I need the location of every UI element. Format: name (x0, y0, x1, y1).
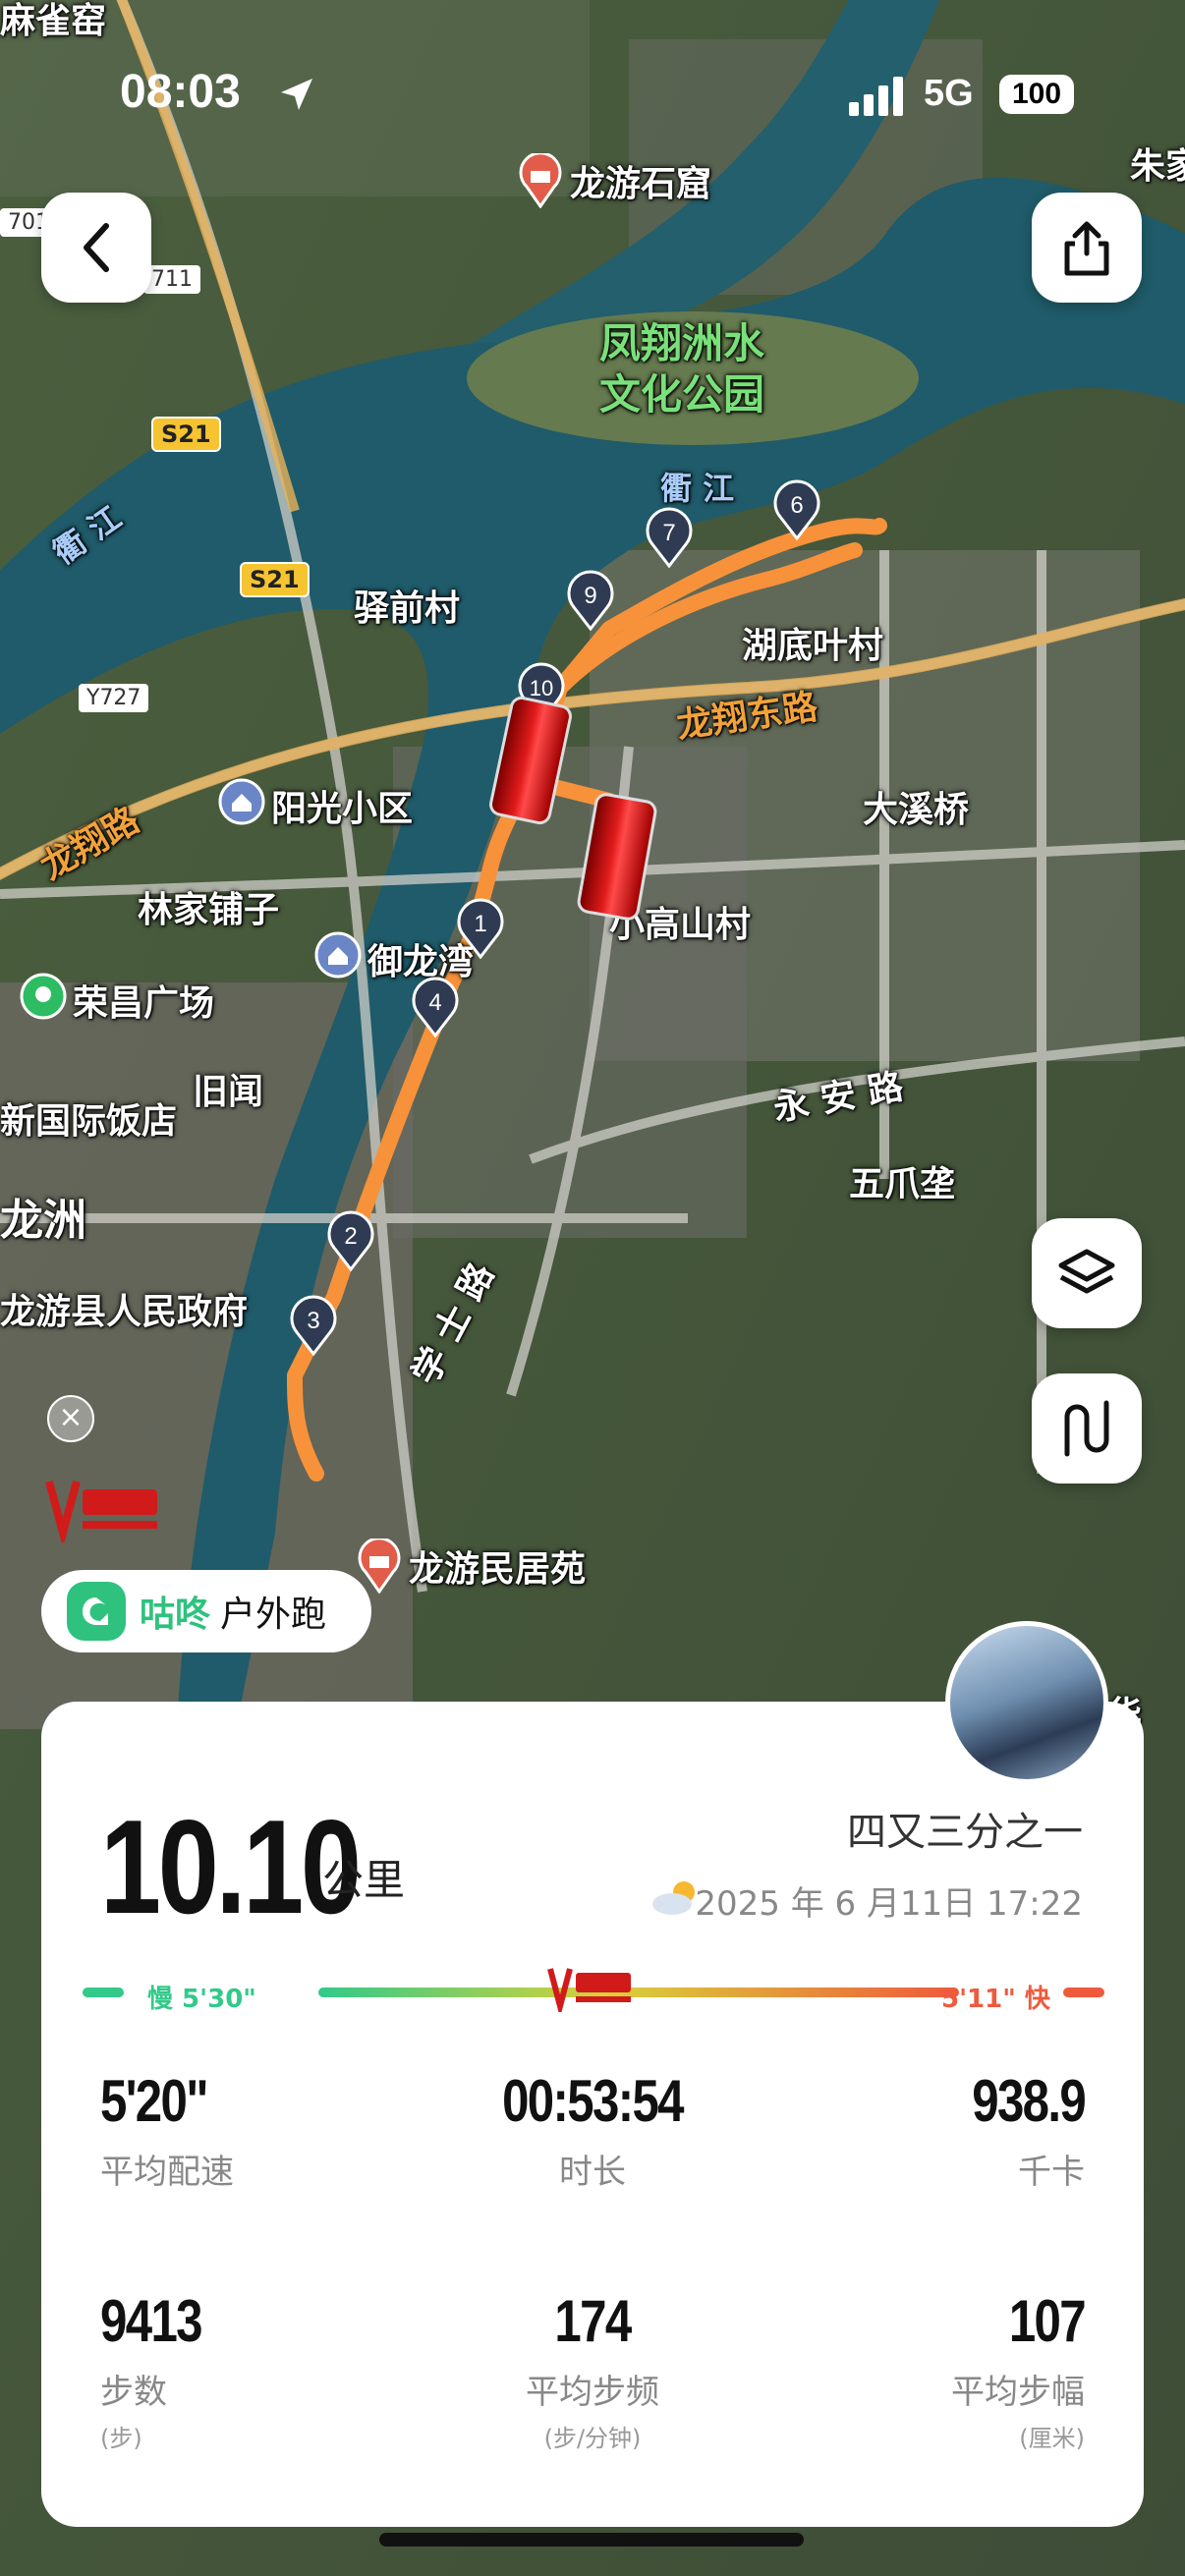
road-shield-s21: S21 (151, 417, 221, 452)
map-label-daxiqiao: 大溪桥 (863, 790, 970, 830)
poi-yangguang[interactable]: 阳光小区 (218, 778, 413, 833)
stat-value: 938.9 (972, 2068, 1087, 2134)
km-marker-7[interactable]: 7 (645, 507, 694, 569)
km-marker-label: 6 (790, 492, 803, 519)
warhorse-badge-icon (547, 1968, 631, 2012)
battery-icon: 100 (999, 75, 1074, 114)
map-label-linjiapuzi: 林家铺子 (138, 890, 280, 930)
km-marker-label: 4 (428, 989, 441, 1016)
status-bar: 08:03 5G 100 (0, 0, 1185, 196)
stat-stride: 107 平均步幅 (厘米) (951, 2287, 1087, 2453)
run-summary-card: 10.10 公里 四又三分之一 2025 年 6 月11日 17:22 慢 5'… (41, 1702, 1144, 2527)
poi-label: 阳光小区 (271, 789, 414, 829)
chevron-left-icon (84, 223, 109, 272)
map-label-jiuwen: 旧闻 (193, 1072, 264, 1112)
stat-value: 107 (1008, 2288, 1087, 2354)
map-label-zhengfu: 龙游县人民政府 (0, 1292, 249, 1332)
residence-pin-icon (218, 778, 265, 825)
status-time: 08:03 (120, 66, 241, 118)
residence-pin-icon (314, 931, 362, 979)
layers-icon (1058, 1249, 1115, 1294)
close-ad-icon[interactable]: × (47, 1395, 94, 1442)
stat-calories: 938.9 千卡 (947, 2067, 1087, 2193)
map-label-wuzhaowa: 五爪垄 (849, 1164, 956, 1204)
stat-unit: (步/分钟) (543, 2425, 642, 2452)
back-button[interactable] (41, 193, 151, 303)
km-marker-9[interactable]: 9 (566, 570, 615, 632)
km-marker-4[interactable]: 4 (411, 977, 460, 1038)
map-layers-button[interactable] (1032, 1218, 1142, 1328)
stat-label: 时长 (559, 2153, 626, 2192)
stat-duration: 00:53:54 时长 (434, 2067, 751, 2193)
share-button[interactable] (1032, 193, 1142, 303)
map-label-park: 凤翔洲水 文化公园 (599, 319, 765, 419)
km-marker-label: 2 (344, 1223, 357, 1250)
road-shield-711: 711 (143, 265, 200, 294)
stat-value: 174 (554, 2288, 632, 2354)
km-marker-label: 10 (530, 676, 553, 700)
stat-label: 步数 (100, 2373, 167, 2412)
poi-label: 龙游民居苑 (409, 1549, 587, 1590)
user-avatar[interactable] (945, 1621, 1108, 1784)
pace-fast-label: 5'11" 快 (941, 1985, 1050, 2014)
distance-unit: 公里 (322, 1856, 406, 1904)
distance-value: 10.10 (100, 1792, 362, 1941)
stat-label: 平均步幅 (951, 2373, 1085, 2412)
stat-steps: 9413 步数 (步) (100, 2287, 223, 2453)
network-type: 5G (924, 73, 974, 114)
km-marker-2[interactable]: 2 (326, 1210, 375, 1272)
stat-value: 00:53:54 (502, 2068, 684, 2134)
app-brand-pill[interactable]: 咕咚 户外跑 (41, 1570, 371, 1652)
map-label-longzhou: 龙洲 (0, 1196, 86, 1246)
poi-rongchang[interactable]: 荣昌广场 (20, 973, 214, 1028)
km-marker-label: 7 (662, 520, 675, 546)
codoon-logo-icon (67, 1582, 126, 1641)
cellular-signal-icon (849, 77, 903, 116)
route-trace-icon (1064, 1400, 1109, 1457)
warhorse-logo-icon (45, 1480, 157, 1542)
km-marker-6[interactable]: 6 (772, 479, 821, 541)
stat-value: 9413 (100, 2288, 203, 2354)
app-brand-name: 咕咚 (140, 1595, 211, 1635)
run-datetime: 2025 年 6 月11日 17:22 (695, 1884, 1083, 1924)
stat-value: 5'20" (100, 2068, 209, 2134)
route-trace-button[interactable] (1032, 1373, 1142, 1484)
km-marker-label: 3 (307, 1308, 319, 1334)
poi-minju[interactable]: 龙游民居苑 (356, 1539, 586, 1594)
road-shield-y727: Y727 (79, 684, 149, 712)
home-indicator[interactable] (379, 2533, 804, 2547)
activity-type: 户外跑 (220, 1595, 327, 1635)
map-label-hudiyeye: 湖底叶村 (742, 626, 884, 666)
share-icon (1064, 221, 1109, 276)
run-title[interactable]: 四又三分之一 (847, 1800, 1083, 1857)
km-marker-3[interactable]: 3 (289, 1295, 338, 1357)
km-marker-label: 1 (474, 911, 486, 937)
km-marker-label: 9 (584, 583, 596, 609)
shopping-pin-icon (20, 973, 67, 1020)
stat-label: 千卡 (1018, 2153, 1085, 2192)
stat-label: 平均配速 (100, 2153, 234, 2192)
location-arrow-icon (281, 79, 312, 110)
stat-unit: (厘米) (1019, 2425, 1085, 2452)
map-label-qujiang-east: 衢 江 (660, 470, 735, 507)
map-label-xinguoji: 新国际饭店 (0, 1101, 178, 1142)
km-marker-1[interactable]: 1 (456, 898, 505, 960)
stat-unit: (步) (100, 2425, 142, 2452)
map-label-yiqian: 驿前村 (354, 588, 461, 629)
road-shield-s21-2: S21 (240, 562, 310, 597)
poi-label: 荣昌广场 (73, 983, 215, 1024)
stat-avg-pace: 5'20" 平均配速 (100, 2067, 234, 2193)
stat-cadence: 174 平均步频 (步/分钟) (434, 2287, 751, 2453)
stat-label: 平均步频 (526, 2373, 659, 2412)
pace-slow-label: 慢 5'30" (147, 1985, 256, 2014)
